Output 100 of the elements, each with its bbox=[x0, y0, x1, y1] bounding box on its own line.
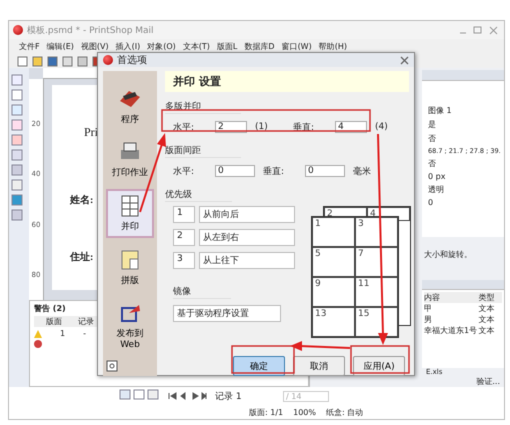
toolbar-icon[interactable] bbox=[47, 56, 58, 66]
input-field[interactable]: 0 bbox=[305, 165, 345, 177]
sidebar-item[interactable]: 程序 bbox=[106, 83, 154, 130]
panel-title: 警告 (2) bbox=[34, 303, 66, 314]
preview-number: 11 bbox=[355, 277, 398, 307]
spin-field[interactable]: 2 bbox=[215, 121, 247, 133]
highlight-frame bbox=[350, 345, 410, 374]
property-value: 透明 bbox=[428, 184, 445, 195]
tool-icon[interactable] bbox=[11, 119, 23, 131]
status-text: 纸盒: 自动 bbox=[326, 406, 364, 418]
preview-number: 3 bbox=[355, 217, 398, 247]
table-cell-text: 甲 bbox=[424, 303, 433, 314]
sidebar-item[interactable]: 拼版 bbox=[106, 244, 154, 291]
number-dropdown[interactable]: 2 bbox=[173, 229, 195, 246]
column-header[interactable]: 版面 bbox=[46, 316, 62, 327]
status-text: 100% bbox=[293, 408, 316, 416]
tool-icon[interactable] bbox=[11, 194, 23, 206]
settings-header: 并印 设置 bbox=[165, 71, 409, 92]
field-label: 水平: bbox=[173, 166, 196, 178]
tool-icon[interactable] bbox=[11, 149, 23, 161]
table-cell-text: 文本 bbox=[478, 325, 496, 336]
toolbar-icon[interactable] bbox=[17, 56, 28, 66]
field-hint: (1) bbox=[255, 122, 269, 132]
preview-number: 15 bbox=[355, 307, 398, 337]
preview-number: 1 bbox=[312, 217, 355, 247]
order-dropdown[interactable]: 从前向后 bbox=[199, 206, 295, 223]
toolbar-icon[interactable] bbox=[77, 56, 88, 66]
sidebar-item[interactable]: 打印作业 bbox=[106, 136, 154, 183]
dialog-button[interactable]: 确定 bbox=[233, 356, 285, 376]
field-label: 水平: bbox=[173, 122, 196, 134]
field-label: 垂直: bbox=[293, 122, 316, 134]
property-description: 大小和旋转。 bbox=[423, 248, 473, 261]
toolbar-icon[interactable] bbox=[32, 56, 43, 66]
order-dropdown[interactable]: 从上往下 bbox=[199, 252, 295, 269]
help-icon[interactable] bbox=[106, 360, 118, 372]
column-header[interactable]: 内容 bbox=[424, 292, 479, 304]
warning-icon bbox=[34, 330, 42, 338]
toolbar-icon[interactable] bbox=[62, 56, 73, 66]
order-dropdown[interactable]: 从左到右 bbox=[199, 229, 295, 246]
table-cell: 1 bbox=[60, 329, 66, 338]
menu-item[interactable]: 文件F bbox=[19, 41, 40, 52]
property-value: 否 bbox=[428, 158, 437, 169]
property-value: 0 px bbox=[428, 172, 446, 181]
document-text: 住址: bbox=[70, 250, 94, 264]
highlight-frame bbox=[231, 345, 295, 374]
menu-item[interactable]: 帮助(H) bbox=[318, 41, 347, 52]
panel-tab[interactable]: 验证... bbox=[476, 376, 504, 387]
preview-number: 9 bbox=[312, 277, 355, 307]
menu-item[interactable]: 窗口(W) bbox=[282, 41, 312, 52]
menu-item[interactable]: 数据库D bbox=[244, 41, 275, 52]
annotation-arrow bbox=[290, 341, 350, 351]
status-text: 版面: 1/1 bbox=[249, 406, 284, 418]
app-logo-icon bbox=[13, 25, 23, 35]
sidebar-item[interactable]: 发布到 Web bbox=[106, 297, 154, 354]
dialog-button[interactable]: 应用(A) bbox=[353, 356, 405, 376]
menu-item[interactable]: 视图(V) bbox=[80, 41, 109, 52]
unit-label: 毫米 bbox=[353, 165, 372, 178]
table-cell-text: 男 bbox=[424, 314, 433, 326]
error-icon bbox=[34, 340, 42, 348]
property-value: 是 bbox=[428, 118, 437, 130]
preview-number: 13 bbox=[312, 307, 355, 337]
property-value: 0 bbox=[428, 198, 434, 207]
mirror-dropdown[interactable]: 基于驱动程序设置 bbox=[173, 305, 281, 322]
sidebar-item[interactable]: 并印 bbox=[106, 189, 154, 238]
menu-item[interactable]: 文本(T) bbox=[182, 41, 210, 52]
property-value: 图像 1 bbox=[428, 104, 453, 116]
section-label: 优先级 bbox=[165, 184, 232, 202]
field-hint: (4) bbox=[375, 122, 389, 132]
tool-icon[interactable] bbox=[11, 179, 23, 191]
menu-item[interactable]: 对象(O) bbox=[147, 41, 176, 52]
app-logo-icon bbox=[103, 55, 113, 65]
spin-field[interactable]: 4 bbox=[335, 121, 367, 133]
document-text: 姓名: bbox=[70, 194, 94, 207]
tool-icon[interactable] bbox=[11, 134, 23, 146]
menu-item[interactable]: 插入(I) bbox=[116, 41, 140, 52]
dialog-button[interactable]: 取消 bbox=[293, 356, 345, 376]
tool-icon[interactable] bbox=[11, 89, 23, 101]
record-label: 记录 1 bbox=[215, 390, 243, 402]
menu-item[interactable]: 编辑(E) bbox=[46, 41, 74, 52]
section-label: 镜像 bbox=[173, 281, 231, 299]
table-cell-text: 文本 bbox=[478, 314, 496, 326]
tool-icon[interactable] bbox=[11, 104, 23, 116]
toolbar-icon[interactable] bbox=[119, 389, 159, 400]
preview-number: 7 bbox=[355, 247, 398, 277]
tool-icon[interactable] bbox=[11, 74, 23, 86]
field-label: 垂直: bbox=[263, 166, 286, 178]
column-header[interactable]: 类型 bbox=[478, 292, 502, 304]
dialog-title: 首选项 bbox=[117, 54, 147, 67]
record-navigation-icon[interactable] bbox=[167, 391, 207, 401]
number-dropdown[interactable]: 1 bbox=[173, 206, 195, 223]
tool-icon[interactable] bbox=[11, 209, 23, 221]
table-cell-text: 幸福大道东1号 bbox=[424, 325, 478, 336]
input-field[interactable]: 0 bbox=[215, 165, 255, 177]
close-icon[interactable] bbox=[400, 56, 409, 64]
number-dropdown[interactable]: 3 bbox=[173, 252, 195, 269]
tool-icon[interactable] bbox=[11, 164, 23, 176]
column-header[interactable]: 记录 bbox=[78, 316, 94, 327]
window-title: 模板.psmd * - PrintShop Mail bbox=[27, 24, 154, 36]
property-value: 否 bbox=[428, 132, 437, 144]
menu-item[interactable]: 版面L bbox=[216, 41, 238, 52]
